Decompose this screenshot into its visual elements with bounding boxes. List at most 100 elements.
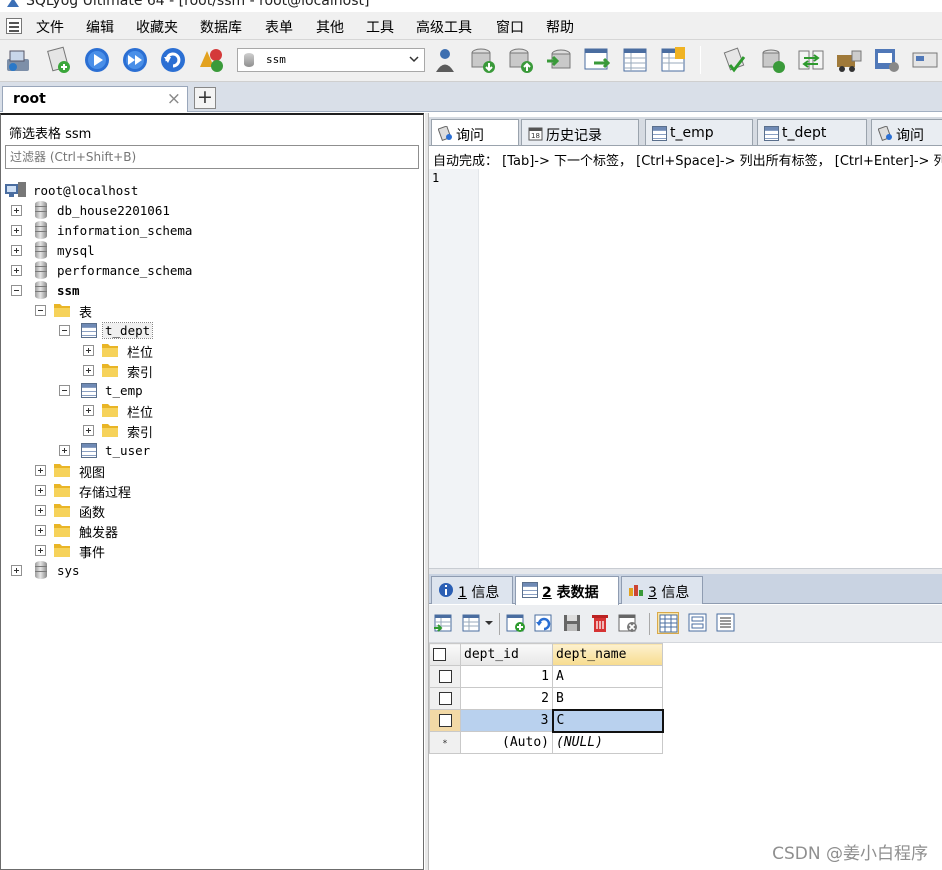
insert-row-icon[interactable] [505,612,527,634]
expand-icon[interactable] [11,565,22,576]
sql-editor[interactable]: 1 [429,169,942,568]
folder-icon [54,484,70,497]
import-data-icon[interactable] [544,45,574,75]
expand-icon[interactable] [11,205,22,216]
connection-tab-root[interactable]: root × [2,86,188,112]
cell-dept-name[interactable]: A [552,665,663,688]
expand-icon[interactable] [83,405,94,416]
tab-info[interactable]: 3 信息 [621,576,703,604]
tab-history[interactable]: 18 历史记录 [521,119,639,145]
menu-table[interactable]: 表单 [265,17,293,37]
select-all-checkbox-cell[interactable] [429,643,461,666]
expand-icon[interactable] [11,265,22,276]
table-row[interactable]: 2 B [429,687,663,710]
row-checkbox-cell[interactable] [429,687,461,710]
export-grid-icon[interactable] [433,612,455,634]
expand-icon[interactable] [83,365,94,376]
menu-edit[interactable]: 编辑 [86,17,114,37]
tab-t-emp[interactable]: t_emp [645,119,753,145]
text-view-icon[interactable] [715,612,737,634]
cancel-changes-icon[interactable] [617,612,639,634]
row-checkbox-cell[interactable] [429,665,461,688]
expand-icon[interactable] [83,345,94,356]
execute-all-icon[interactable] [120,45,150,75]
duplicate-row-icon[interactable] [533,612,555,634]
schema-designer-icon[interactable] [658,45,688,75]
menu-help[interactable]: 帮助 [546,17,574,37]
close-icon[interactable]: × [167,89,181,109]
schema-sync-icon[interactable] [196,45,226,75]
table-data-icon[interactable] [620,45,650,75]
notification-service-icon[interactable] [872,45,902,75]
restore-database-icon[interactable] [506,45,536,75]
export-table-icon[interactable] [582,45,612,75]
menu-other[interactable]: 其他 [316,17,344,37]
collapse-icon[interactable] [11,285,22,296]
menu-database[interactable]: 数据库 [200,17,242,37]
row-checkbox-cell[interactable] [429,709,461,732]
execute-query-icon[interactable] [82,45,112,75]
form-view-icon[interactable] [687,612,709,634]
cell-dept-name[interactable]: B [552,687,663,710]
sql-scheduler-icon[interactable] [720,45,750,75]
expand-icon[interactable] [35,485,46,496]
save-icon[interactable] [561,612,583,634]
tab-label: 表数据 [551,585,599,601]
database-sync-icon[interactable] [758,45,788,75]
copy-grid-icon[interactable] [461,612,483,634]
menu-tools[interactable]: 工具 [366,17,394,37]
cell-dept-id[interactable]: (Auto) [460,731,553,754]
table-row[interactable]: 1 A [429,665,663,688]
refresh-icon[interactable] [158,45,188,75]
result-grid: dept_id dept_name 1 A 2 B 3 C * (Auto) (… [429,643,664,754]
new-connection-icon[interactable] [4,45,34,75]
window-menu-icon[interactable] [6,18,22,34]
column-header-dept-id[interactable]: dept_id [460,643,553,666]
menu-window[interactable]: 窗口 [496,17,524,37]
menu-file[interactable]: 文件 [36,17,64,37]
database-icon [35,221,47,239]
expand-icon[interactable] [35,465,46,476]
migration-toolkit-icon[interactable] [834,45,864,75]
query-builder-icon[interactable] [910,45,940,75]
cell-dept-name-active[interactable]: C [551,708,664,733]
delete-row-icon[interactable] [589,612,611,634]
collapse-icon[interactable] [59,385,70,396]
cell-dept-id[interactable]: 2 [460,687,553,710]
checkbox[interactable] [438,714,452,727]
cell-dept-name[interactable]: (NULL) [552,731,663,754]
expand-icon[interactable] [11,245,22,256]
menu-favorites[interactable]: 收藏夹 [136,17,178,37]
expand-icon[interactable] [11,225,22,236]
backup-database-icon[interactable] [468,45,498,75]
grid-view-icon[interactable] [657,612,679,634]
checkbox[interactable] [438,692,452,705]
filter-input[interactable] [5,145,419,169]
collapse-icon[interactable] [35,305,46,316]
new-query-icon[interactable] [44,45,74,75]
chevron-down-icon[interactable] [483,612,495,634]
expand-icon[interactable] [59,445,70,456]
add-connection-tab-button[interactable]: + [194,87,216,109]
table-row-new[interactable]: * (Auto) (NULL) [429,731,663,754]
menu-advanced-tools[interactable]: 高级工具 [416,17,472,37]
checkbox[interactable] [433,648,446,661]
collapse-icon[interactable] [59,325,70,336]
database-selector[interactable]: ssm [237,48,425,72]
expand-icon[interactable] [35,505,46,516]
user-manager-icon[interactable] [430,45,460,75]
tab-t-dept[interactable]: t_dept [757,119,867,145]
table-row-selected[interactable]: 3 C [429,708,664,733]
expand-icon[interactable] [83,425,94,436]
cell-dept-id[interactable]: 1 [460,665,553,688]
expand-icon[interactable] [35,545,46,556]
checkbox[interactable] [438,670,452,683]
cell-dept-id[interactable]: 3 [460,709,553,732]
tab-messages[interactable]: 1 信息 [431,576,513,604]
tab-table-data[interactable]: 2 表数据 [515,576,619,605]
data-compare-icon[interactable] [796,45,826,75]
tab-query-2[interactable]: 询问 [871,119,942,145]
tab-query[interactable]: 询问 [431,119,519,145]
column-header-dept-name[interactable]: dept_name [552,643,663,666]
expand-icon[interactable] [35,525,46,536]
